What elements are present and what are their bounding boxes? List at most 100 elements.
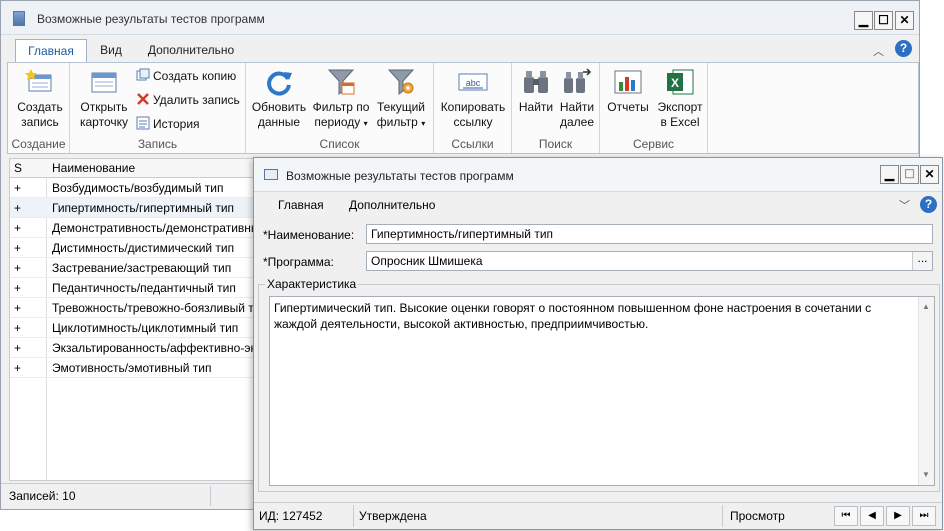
table-row[interactable]: + Педантичность/педантичный тип — [10, 278, 256, 298]
row-status: + — [14, 221, 22, 235]
table-row[interactable]: + Тревожность/тревожно-боязливый тип — [10, 298, 256, 318]
group-create: Создать запись Создание — [8, 63, 70, 153]
row-status: + — [14, 181, 22, 195]
reports-button[interactable]: Отчеты — [604, 67, 652, 115]
help-icon[interactable]: ? — [895, 40, 912, 57]
table-row[interactable]: + Циклотимность/циклотимный тип — [10, 318, 256, 338]
main-window-title: Возможные результаты тестов программ — [37, 12, 265, 26]
dialog-close-button[interactable]: ✕ — [920, 165, 939, 184]
dialog-menu: Главная Дополнительно ﹀ ? — [254, 192, 942, 216]
characteristic-group: Характеристика Гипертимический тип. Высо… — [258, 277, 940, 492]
ribbon-tabs: Главная Вид Дополнительно ︿ ? — [1, 35, 919, 63]
table-row[interactable]: + Застревание/застревающий тип — [10, 258, 256, 278]
column-header-name[interactable]: Наименование — [52, 161, 135, 175]
dialog-form-icon — [264, 169, 278, 180]
expand-chevron-icon[interactable]: ﹀ — [899, 197, 910, 213]
table-row-selected[interactable]: + Гипертимность/гипертимный тип — [10, 198, 256, 218]
new-record-icon — [25, 69, 52, 92]
dialog-status-bar: ИД: 127452 Утверждена Просмотр ⏮ ◀ ▶ ⏭ — [254, 502, 942, 530]
group-record-label: Запись — [137, 137, 178, 151]
history-icon — [136, 116, 150, 130]
group-search: Найти Найти далее Поиск — [512, 63, 600, 153]
dialog-tab-advanced[interactable]: Дополнительно — [349, 198, 435, 212]
refresh-icon — [267, 71, 292, 96]
collapse-ribbon-icon[interactable]: ︿ — [873, 43, 884, 59]
table-row[interactable]: + Демонстративность/демонстративный тип — [10, 218, 256, 238]
export-excel-label-1: Экспорт — [657, 100, 703, 114]
open-card-label-1: Открыть — [80, 100, 128, 114]
minimize-button[interactable]: ▁ — [854, 11, 873, 30]
first-record-icon[interactable]: ⏮ — [834, 506, 858, 526]
approval-status: Утверждена — [359, 509, 427, 523]
records-grid: S Наименование + Возбудимость/возбудимый … — [9, 158, 257, 481]
find-next-button[interactable]: Найти далее — [556, 67, 598, 130]
dialog-title: Возможные результаты тестов программ — [286, 169, 514, 183]
current-filter-label-2-wrap: фильтр ▾ — [372, 115, 430, 131]
find-label: Найти — [518, 100, 554, 114]
main-titlebar: Возможные результаты тестов программ ▁ ☐… — [1, 1, 919, 35]
table-row[interactable]: + Дистимность/дистимический тип — [10, 238, 256, 258]
delete-record-button[interactable]: Удалить запись — [136, 91, 240, 109]
dialog-maximize-button[interactable]: ☐ — [900, 165, 919, 184]
last-record-icon[interactable]: ⏭ — [912, 506, 936, 526]
export-excel-button[interactable]: X Экспорт в Excel — [654, 67, 706, 130]
dialog-minimize-button[interactable]: ▁ — [880, 165, 899, 184]
find-next-label-1: Найти — [559, 100, 595, 114]
program-value: Опросник Шмишека — [371, 254, 483, 268]
create-record-label-2: запись — [21, 115, 59, 129]
copy-link-button[interactable]: abc Копировать ссылку — [438, 67, 508, 130]
textarea-scrollbar[interactable]: ▲ ▼ — [918, 297, 934, 485]
open-card-button[interactable]: Открыть карточку — [76, 67, 132, 130]
table-row[interactable]: + Экзальтированность/аффективно-экзальтир… — [10, 338, 256, 358]
create-copy-button[interactable]: Создать копию — [136, 67, 236, 85]
table-row[interactable]: + Возбудимость/возбудимый тип — [10, 178, 256, 198]
find-button[interactable]: Найти — [516, 67, 556, 115]
table-row[interactable]: + Эмотивность/эмотивный тип — [10, 358, 256, 378]
group-record: Открыть карточку Создать копию Удалить з… — [70, 63, 246, 153]
row-status: + — [14, 361, 22, 375]
dialog-tab-home[interactable]: Главная — [278, 198, 324, 212]
tab-view[interactable]: Вид — [91, 39, 131, 63]
reports-label: Отчеты — [607, 100, 649, 114]
group-links-label: Ссылки — [451, 137, 494, 151]
excel-icon: X — [667, 69, 694, 95]
program-picker-button[interactable]: ... — [912, 252, 932, 270]
funnel-gear-icon — [387, 69, 415, 95]
dialog-help-icon[interactable]: ? — [920, 196, 937, 213]
tab-advanced[interactable]: Дополнительно — [139, 39, 243, 63]
svg-text:abc: abc — [466, 78, 481, 88]
status-divider — [210, 486, 211, 506]
record-count: Записей: 10 — [9, 489, 76, 503]
row-name: Застревание/застревающий тип — [52, 261, 232, 275]
refresh-data-button[interactable]: Обновить данные — [250, 67, 308, 130]
row-name: Гипертимность/гипертимный тип — [52, 201, 235, 215]
characteristic-text-line-2: жаждой деятельности, высокой активностью… — [274, 317, 649, 331]
row-name: Эмотивность/эмотивный тип — [52, 361, 212, 375]
tab-home[interactable]: Главная — [15, 39, 87, 63]
group-service: Отчеты X Экспорт в Excel Сервис — [600, 63, 708, 153]
scroll-down-icon[interactable]: ▼ — [922, 467, 930, 483]
program-field[interactable]: Опросник Шмишека ... — [366, 251, 933, 271]
period-filter-button[interactable]: Фильтр по периоду ▾ — [310, 67, 372, 131]
row-name: Демонстративность/демонстративный тип — [52, 221, 257, 235]
next-record-icon[interactable]: ▶ — [886, 506, 910, 526]
open-card-icon — [91, 72, 117, 93]
maximize-button[interactable]: ☐ — [874, 11, 893, 30]
row-status: + — [14, 241, 22, 255]
current-filter-button[interactable]: Текущий фильтр ▾ — [372, 67, 430, 131]
close-button[interactable]: ✕ — [895, 11, 914, 30]
column-header-s[interactable]: S — [14, 161, 22, 175]
scroll-up-icon[interactable]: ▲ — [922, 299, 930, 315]
copy-link-label-2: ссылку — [453, 115, 493, 129]
previous-record-icon[interactable]: ◀ — [860, 506, 884, 526]
create-record-button[interactable]: Создать запись — [12, 67, 68, 130]
history-button[interactable]: История — [136, 115, 200, 133]
ribbon: Создать запись Создание Открыть карточку… — [7, 62, 919, 154]
row-name: Дистимность/дистимический тип — [52, 241, 235, 255]
app-book-icon — [13, 11, 25, 26]
characteristic-textarea[interactable]: Гипертимический тип. Высокие оценки гово… — [269, 296, 935, 486]
delete-x-icon — [137, 93, 149, 105]
delete-record-label: Удалить запись — [153, 93, 240, 107]
history-label: История — [153, 117, 200, 131]
name-field[interactable]: Гипертимность/гипертимный тип — [366, 224, 933, 244]
